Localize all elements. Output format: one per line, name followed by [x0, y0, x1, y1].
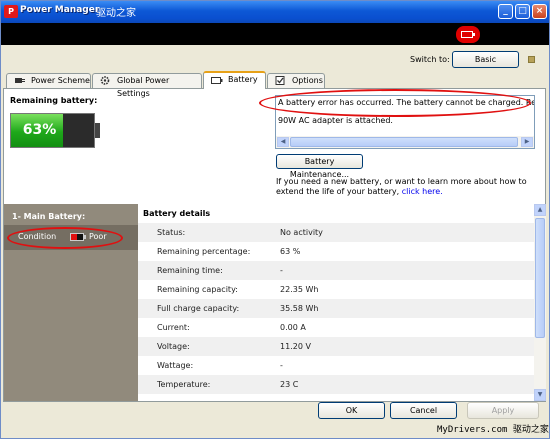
tab-label: Battery: [228, 75, 258, 84]
battery-status-textbox[interactable]: A battery error has occurred. The batter…: [275, 95, 535, 149]
scroll-right-icon[interactable]: ▶: [521, 137, 533, 147]
tab-options[interactable]: Options: [267, 73, 325, 88]
detail-key: Voltage:: [157, 342, 190, 351]
detail-row: Wattage: -: [138, 356, 534, 375]
battery-condition-icon: [70, 233, 84, 241]
scroll-thumb[interactable]: [535, 218, 545, 338]
battery-condition-icon-nub: [84, 235, 86, 239]
battery-gauge: 63%: [10, 113, 95, 148]
maximize-icon[interactable]: □: [515, 4, 530, 19]
detail-key: Remaining percentage:: [157, 247, 251, 256]
scroll-down-icon[interactable]: ▼: [534, 389, 546, 401]
detail-key: Temperature:: [157, 380, 211, 389]
adapter-status-text: 90W AC adapter is attached.: [278, 116, 393, 125]
battery-error-text: A battery error has occurred. The batter…: [278, 98, 535, 107]
ok-button[interactable]: OK: [318, 402, 385, 419]
detail-row: Full charge capacity: 35.58 Wh: [138, 299, 534, 318]
close-icon[interactable]: ×: [532, 4, 547, 19]
checkbox-icon: [275, 76, 285, 85]
battery-details-heading: Battery details: [143, 209, 211, 218]
details-vertical-scrollbar[interactable]: ▲ ▼: [534, 204, 546, 401]
tab-battery[interactable]: Battery: [203, 71, 266, 89]
battery-condition-row[interactable]: Condition Poor: [4, 225, 138, 250]
power-plug-icon: [15, 78, 25, 83]
detail-value: 22.35 Wh: [280, 285, 319, 294]
gear-icon: [100, 76, 110, 85]
detail-value: 35.58 Wh: [280, 304, 319, 313]
detail-key: Status:: [157, 228, 186, 237]
power-manager-icon: P: [4, 5, 18, 18]
detail-value: -: [280, 361, 283, 370]
help-text: If you need a new battery, or want to le…: [276, 177, 538, 197]
switch-basic-button[interactable]: Basic: [452, 51, 519, 68]
detail-row: Remaining capacity: 22.35 Wh: [138, 280, 534, 299]
cancel-button[interactable]: Cancel: [390, 402, 457, 419]
detail-value: 23 C: [280, 380, 299, 389]
apply-button[interactable]: Apply: [467, 402, 539, 419]
click-here-link[interactable]: click here.: [402, 187, 443, 196]
tab-power-scheme[interactable]: Power Scheme: [6, 73, 91, 88]
detail-value: 0.00 A: [280, 323, 306, 332]
battery-percent: 63%: [22, 122, 57, 138]
battery-alert-icon[interactable]: [456, 26, 480, 43]
scroll-up-icon[interactable]: ▲: [534, 204, 546, 216]
battery-icon: [211, 77, 223, 84]
condition-label: Condition: [18, 232, 57, 241]
detail-value: 63 %: [280, 247, 301, 256]
detail-value: -: [280, 266, 283, 275]
detail-row: Status: No activity: [138, 223, 534, 242]
detail-key: Remaining capacity:: [157, 285, 238, 294]
tab-global-power-settings[interactable]: Global Power Settings: [92, 73, 202, 98]
power-manager-window: P Power Manager 驱动之家 _ □ × Switch to: Ba…: [0, 0, 550, 439]
tab-label: Options: [292, 76, 323, 85]
minimize-icon[interactable]: _: [498, 4, 513, 19]
detail-value: 11.20 V: [280, 342, 311, 351]
horizontal-scrollbar[interactable]: ◀ ▶: [276, 136, 534, 148]
tab-label: Power Scheme: [31, 76, 90, 85]
detail-row: Remaining time: -: [138, 261, 534, 280]
scroll-thumb[interactable]: [290, 137, 518, 147]
detail-key: Remaining time:: [157, 266, 223, 275]
detail-key: Wattage:: [157, 361, 194, 370]
detail-row: Voltage: 11.20 V: [138, 337, 534, 356]
main-battery-heading: 1- Main Battery:: [12, 212, 86, 221]
resize-grip-icon: [528, 56, 535, 63]
header-strip: [1, 23, 549, 45]
detail-key: Current:: [157, 323, 190, 332]
detail-value: No activity: [280, 228, 323, 237]
detail-row: Current: 0.00 A: [138, 318, 534, 337]
detail-row: Temperature: 23 C: [138, 375, 534, 394]
switch-label: Switch to:: [410, 55, 450, 64]
title-bar[interactable]: P Power Manager 驱动之家 _ □ ×: [1, 1, 549, 23]
battery-gauge-nub: [95, 123, 100, 138]
window-title: Power Manager: [20, 5, 100, 15]
detail-row: Remaining percentage: 63 %: [138, 242, 534, 261]
battery-details-panel: Battery details Status: No activity Rema…: [138, 204, 534, 401]
scroll-left-icon[interactable]: ◀: [277, 137, 289, 147]
watermark-bottom: MyDrivers.com 驱动之家: [437, 425, 549, 435]
remaining-battery-label: Remaining battery:: [10, 96, 98, 105]
condition-value: Poor: [89, 232, 107, 241]
battery-maintenance-button[interactable]: Battery Maintenance...: [276, 154, 363, 179]
watermark-top: 驱动之家: [96, 8, 136, 19]
detail-key: Full charge capacity:: [157, 304, 240, 313]
